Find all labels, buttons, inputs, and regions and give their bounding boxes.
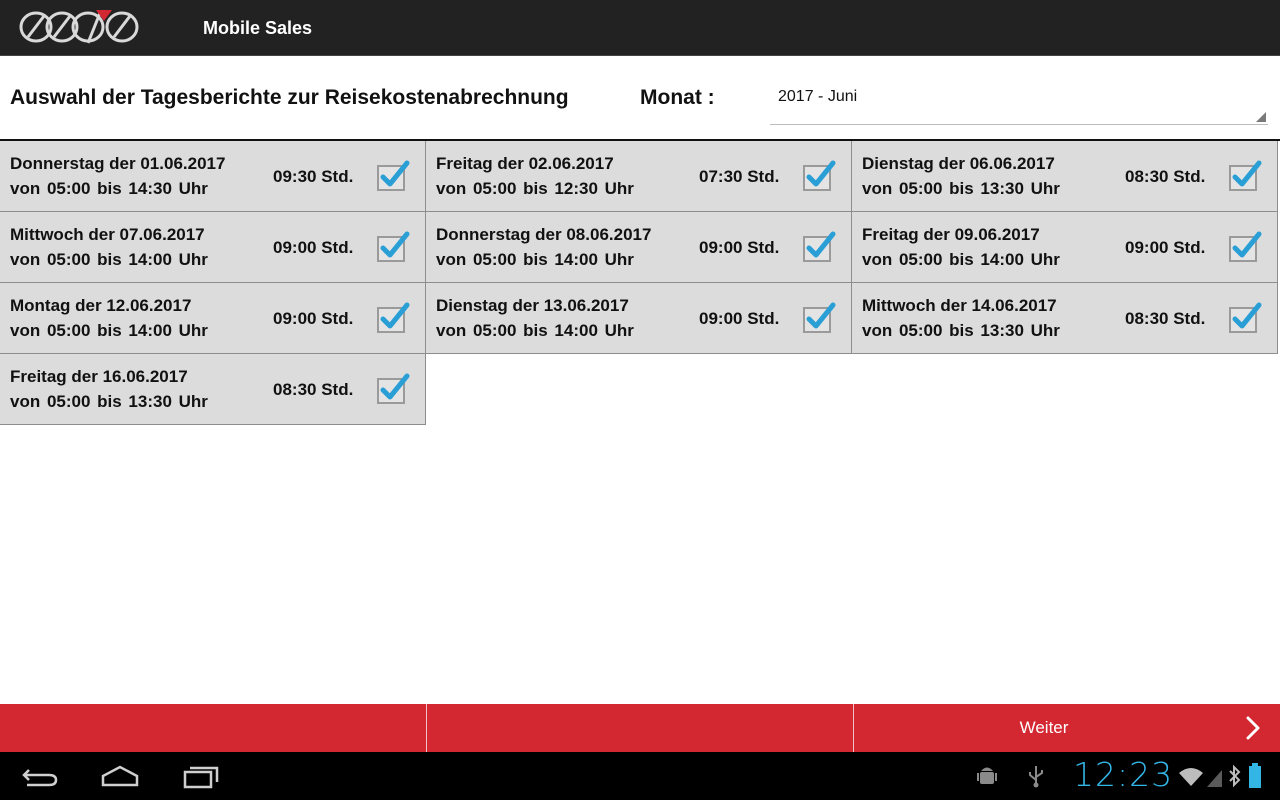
day-report-item[interactable]: Freitag der 02.06.2017 von 05:00 bis 12:… — [426, 141, 852, 212]
checkbox-checked-icon[interactable] — [802, 231, 836, 263]
system-nav-bar: 12:23 — [0, 752, 1280, 800]
empty-button-left[interactable] — [0, 704, 426, 752]
day-report-time: von 05:00 bis 13:30 Uhr — [10, 392, 208, 411]
signal-icon — [1207, 770, 1222, 787]
next-button-label: Weiter — [1019, 718, 1069, 737]
app-title: Mobile Sales — [203, 18, 313, 38]
home-icon[interactable] — [95, 760, 145, 792]
day-report-item[interactable]: Montag der 12.06.2017 von 05:00 bis 14:0… — [0, 283, 426, 354]
wifi-icon — [1179, 768, 1203, 786]
bluetooth-icon — [1229, 764, 1241, 788]
status-clock: 12:23 — [1073, 755, 1174, 794]
day-report-hours: 09:00 Std. — [1125, 238, 1206, 257]
usb-icon — [1029, 766, 1043, 788]
day-report-title: Donnerstag der 08.06.2017 — [436, 225, 652, 244]
day-report-hours: 09:00 Std. — [699, 238, 780, 257]
day-report-item[interactable]: Freitag der 16.06.2017 von 05:00 bis 13:… — [0, 354, 426, 425]
month-label: Monat : — [640, 86, 715, 109]
day-report-title: Freitag der 16.06.2017 — [10, 367, 188, 386]
day-report-item[interactable]: Dienstag der 06.06.2017 von 05:00 bis 13… — [852, 141, 1278, 212]
day-report-title: Dienstag der 13.06.2017 — [436, 296, 629, 315]
back-icon[interactable] — [15, 760, 65, 792]
day-report-time: von 05:00 bis 12:30 Uhr — [436, 179, 634, 198]
company-logo — [19, 10, 139, 44]
battery-icon — [1249, 763, 1261, 788]
app-screen: Mobile Sales Auswahl der Tagesberichte z… — [0, 0, 1280, 800]
day-report-time: von 05:00 bis 13:30 Uhr — [862, 179, 1060, 198]
day-report-time: von 05:00 bis 14:00 Uhr — [436, 321, 634, 340]
checkbox-checked-icon[interactable] — [376, 160, 410, 192]
day-report-item[interactable]: Dienstag der 13.06.2017 von 05:00 bis 14… — [426, 283, 852, 354]
checkbox-checked-icon[interactable] — [802, 302, 836, 334]
recent-apps-icon[interactable] — [175, 760, 225, 792]
day-report-title: Dienstag der 06.06.2017 — [862, 154, 1055, 173]
header: Auswahl der Tagesberichte zur Reisekoste… — [0, 57, 1280, 139]
checkbox-checked-icon[interactable] — [802, 160, 836, 192]
day-report-time: von 05:00 bis 13:30 Uhr — [862, 321, 1060, 340]
checkbox-checked-icon[interactable] — [1228, 160, 1262, 192]
day-report-hours: 08:30 Std. — [273, 380, 354, 399]
day-report-hours: 09:00 Std. — [273, 238, 354, 257]
page-title: Auswahl der Tagesberichte zur Reisekoste… — [10, 86, 569, 109]
checkbox-checked-icon[interactable] — [1228, 302, 1262, 334]
day-report-time: von 05:00 bis 14:00 Uhr — [10, 321, 208, 340]
android-debug-icon — [977, 767, 997, 784]
day-report-time: von 05:00 bis 14:00 Uhr — [862, 250, 1060, 269]
day-report-item[interactable]: Donnerstag der 01.06.2017 von 05:00 bis … — [0, 141, 426, 212]
checkbox-checked-icon[interactable] — [376, 373, 410, 405]
day-report-hours: 09:00 Std. — [273, 309, 354, 328]
action-bar: Mobile Sales — [0, 0, 1280, 56]
empty-button-middle[interactable] — [427, 704, 853, 752]
day-report-time: von 05:00 bis 14:30 Uhr — [10, 179, 208, 198]
day-report-title: Mittwoch der 14.06.2017 — [862, 296, 1057, 315]
dropdown-arrow-icon — [1256, 112, 1266, 122]
day-report-title: Freitag der 09.06.2017 — [862, 225, 1040, 244]
day-report-hours: 08:30 Std. — [1125, 167, 1206, 186]
day-report-title: Freitag der 02.06.2017 — [436, 154, 614, 173]
day-report-title: Montag der 12.06.2017 — [10, 296, 192, 315]
checkbox-checked-icon[interactable] — [376, 302, 410, 334]
day-report-hours: 07:30 Std. — [699, 167, 780, 186]
day-report-item[interactable]: Mittwoch der 07.06.2017 von 05:00 bis 14… — [0, 212, 426, 283]
checkbox-checked-icon[interactable] — [1228, 231, 1262, 263]
checkbox-checked-icon[interactable] — [376, 231, 410, 263]
chevron-right-icon — [1246, 716, 1260, 740]
month-dropdown[interactable]: 2017 - Juni — [770, 75, 1268, 125]
day-report-hours: 08:30 Std. — [1125, 309, 1206, 328]
day-report-title: Mittwoch der 07.06.2017 — [10, 225, 205, 244]
next-button[interactable]: Weiter — [854, 704, 1280, 752]
day-report-title: Donnerstag der 01.06.2017 — [10, 154, 226, 173]
day-report-hours: 09:30 Std. — [273, 167, 354, 186]
bottom-button-bar: Weiter — [0, 704, 1280, 752]
day-report-time: von 05:00 bis 14:00 Uhr — [436, 250, 634, 269]
month-dropdown-value: 2017 - Juni — [778, 88, 858, 105]
day-report-item[interactable]: Mittwoch der 14.06.2017 von 05:00 bis 13… — [852, 283, 1278, 354]
day-report-hours: 09:00 Std. — [699, 309, 780, 328]
day-report-item[interactable]: Donnerstag der 08.06.2017 von 05:00 bis … — [426, 212, 852, 283]
day-report-item[interactable]: Freitag der 09.06.2017 von 05:00 bis 14:… — [852, 212, 1278, 283]
day-report-time: von 05:00 bis 14:00 Uhr — [10, 250, 208, 269]
